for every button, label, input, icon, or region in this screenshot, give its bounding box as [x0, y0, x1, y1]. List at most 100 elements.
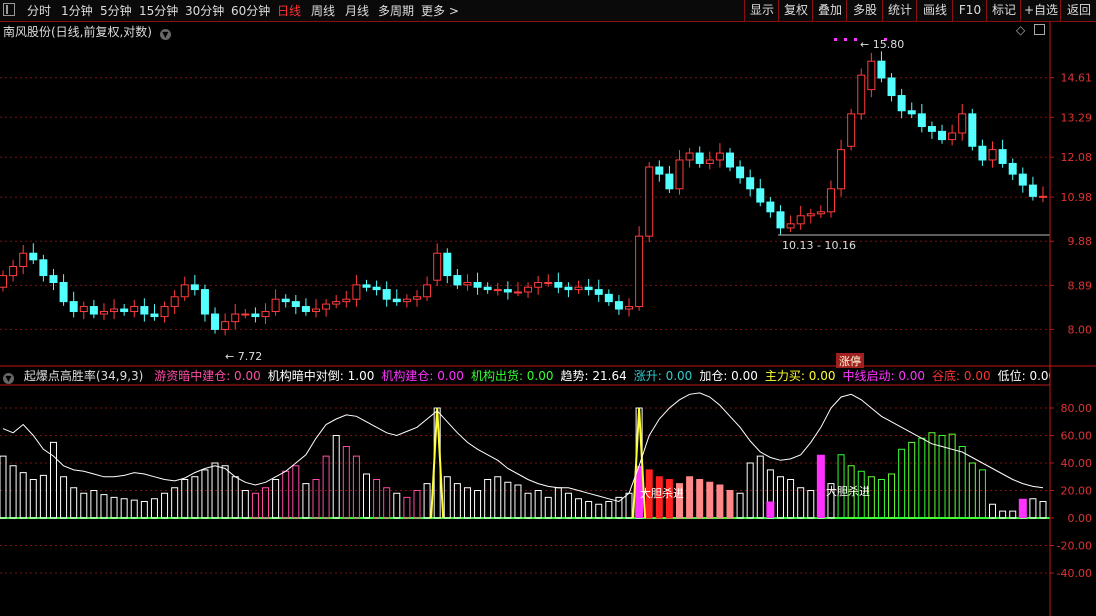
candle-body	[584, 286, 593, 291]
candle-body	[352, 284, 361, 300]
candle-body	[857, 74, 866, 115]
indicator-bar	[70, 487, 78, 519]
candle-body	[89, 306, 98, 315]
candle-body	[493, 289, 502, 292]
candle-body	[635, 235, 644, 308]
indicator-bar	[393, 492, 401, 519]
signal-bar	[766, 501, 775, 518]
indicator-bar	[352, 455, 360, 519]
candle-body	[463, 282, 472, 286]
candlestick	[756, 178, 765, 207]
indicator-bar	[201, 469, 209, 519]
candle-body	[261, 311, 270, 318]
indicator-field: 机构暗中对倒: 1.00	[267, 369, 375, 383]
candlestick	[938, 124, 947, 144]
candlestick	[140, 298, 149, 322]
indicator-bar	[443, 476, 451, 519]
indicator-bar	[1029, 498, 1037, 519]
candle-body	[150, 313, 159, 318]
signal-dot	[844, 38, 847, 41]
candle-body	[281, 298, 290, 303]
price-tick-label: 14.61	[1061, 72, 1093, 85]
indicator-bar	[332, 435, 340, 519]
candlestick	[271, 289, 280, 316]
candle-body	[1039, 195, 1047, 198]
chevron-down-icon[interactable]: ▼	[3, 373, 14, 384]
indicator-bar	[706, 481, 714, 519]
price-tick-label: 12.08	[1061, 151, 1093, 164]
candlestick	[372, 280, 381, 296]
indicator-bar	[625, 492, 633, 519]
indicator-bar	[251, 492, 259, 519]
candle-body	[190, 284, 199, 291]
candle-body	[776, 211, 785, 229]
indicator-bar	[908, 441, 916, 519]
candle-body	[241, 313, 250, 316]
candle-body	[907, 110, 916, 115]
candle-body	[826, 188, 835, 213]
candlestick	[402, 294, 411, 308]
indicator-tick-label: 60.00	[1061, 430, 1093, 443]
candle-body	[180, 284, 189, 298]
candle-body	[766, 201, 775, 213]
indicator-bar	[958, 446, 966, 519]
indicator-name: 起爆点高胜率(34,9,3)	[23, 369, 144, 383]
candlestick	[705, 151, 714, 170]
indicator-bar	[19, 472, 27, 519]
candlestick	[89, 299, 98, 319]
indicator-bar	[161, 492, 169, 519]
candle-body	[392, 298, 401, 303]
indicator-bar	[524, 492, 532, 519]
indicator-bar	[100, 494, 108, 519]
candle-body	[483, 286, 492, 291]
candle-body	[1008, 162, 1017, 175]
candle-body	[534, 282, 543, 288]
indicator-bar	[686, 476, 694, 519]
candle-body	[604, 293, 613, 303]
candle-body	[574, 286, 583, 291]
high-price-label: ← 15.80	[860, 38, 904, 51]
price-tick-label: 9.88	[1068, 235, 1093, 248]
candle-body	[453, 275, 462, 286]
indicator-bar	[282, 470, 290, 519]
indicator-bar	[948, 433, 956, 519]
indicator-bar	[564, 492, 572, 519]
candlestick	[59, 274, 68, 306]
indicator-tick-label: -40.00	[1057, 567, 1092, 580]
candle-body	[655, 166, 664, 175]
candle-body	[412, 296, 421, 300]
candlestick	[978, 139, 987, 166]
candle-body	[170, 296, 179, 308]
candlestick	[887, 73, 896, 102]
kline-chart[interactable]: 14.61 13.29 12.08 10.98 9.88 8.89 8.00 80.00 60.…	[0, 0, 1096, 616]
indicator-bar	[171, 487, 179, 519]
candle-body	[433, 252, 442, 281]
candlestick	[725, 148, 734, 172]
candle-body	[705, 159, 714, 164]
candle-body	[816, 211, 825, 215]
candle-body	[99, 311, 108, 315]
candlestick	[412, 290, 421, 307]
price-tick-label: 10.98	[1061, 191, 1093, 204]
candle-body	[200, 289, 209, 315]
candle-body	[867, 60, 876, 91]
indicator-field: 中线启动: 0.00	[842, 369, 926, 383]
candlestick	[554, 272, 563, 294]
candlestick	[948, 124, 957, 146]
candlestick	[877, 51, 886, 83]
indicator-field: 低位: 0.00	[997, 369, 1050, 383]
indicator-bar	[130, 499, 138, 519]
candlestick	[251, 307, 260, 323]
indicator-bar	[262, 487, 270, 519]
indicator-bar	[575, 498, 583, 519]
candlestick	[79, 301, 88, 320]
indicator-field: 趋势: 21.64	[560, 369, 627, 383]
indicator-bar	[292, 465, 300, 519]
signal-dot	[854, 38, 857, 41]
candle-body	[675, 159, 684, 190]
indicator-bar	[888, 473, 896, 519]
indicator-bar	[696, 479, 704, 519]
indicator-bar	[272, 479, 280, 519]
candle-body	[423, 284, 432, 298]
candlestick	[524, 282, 533, 298]
